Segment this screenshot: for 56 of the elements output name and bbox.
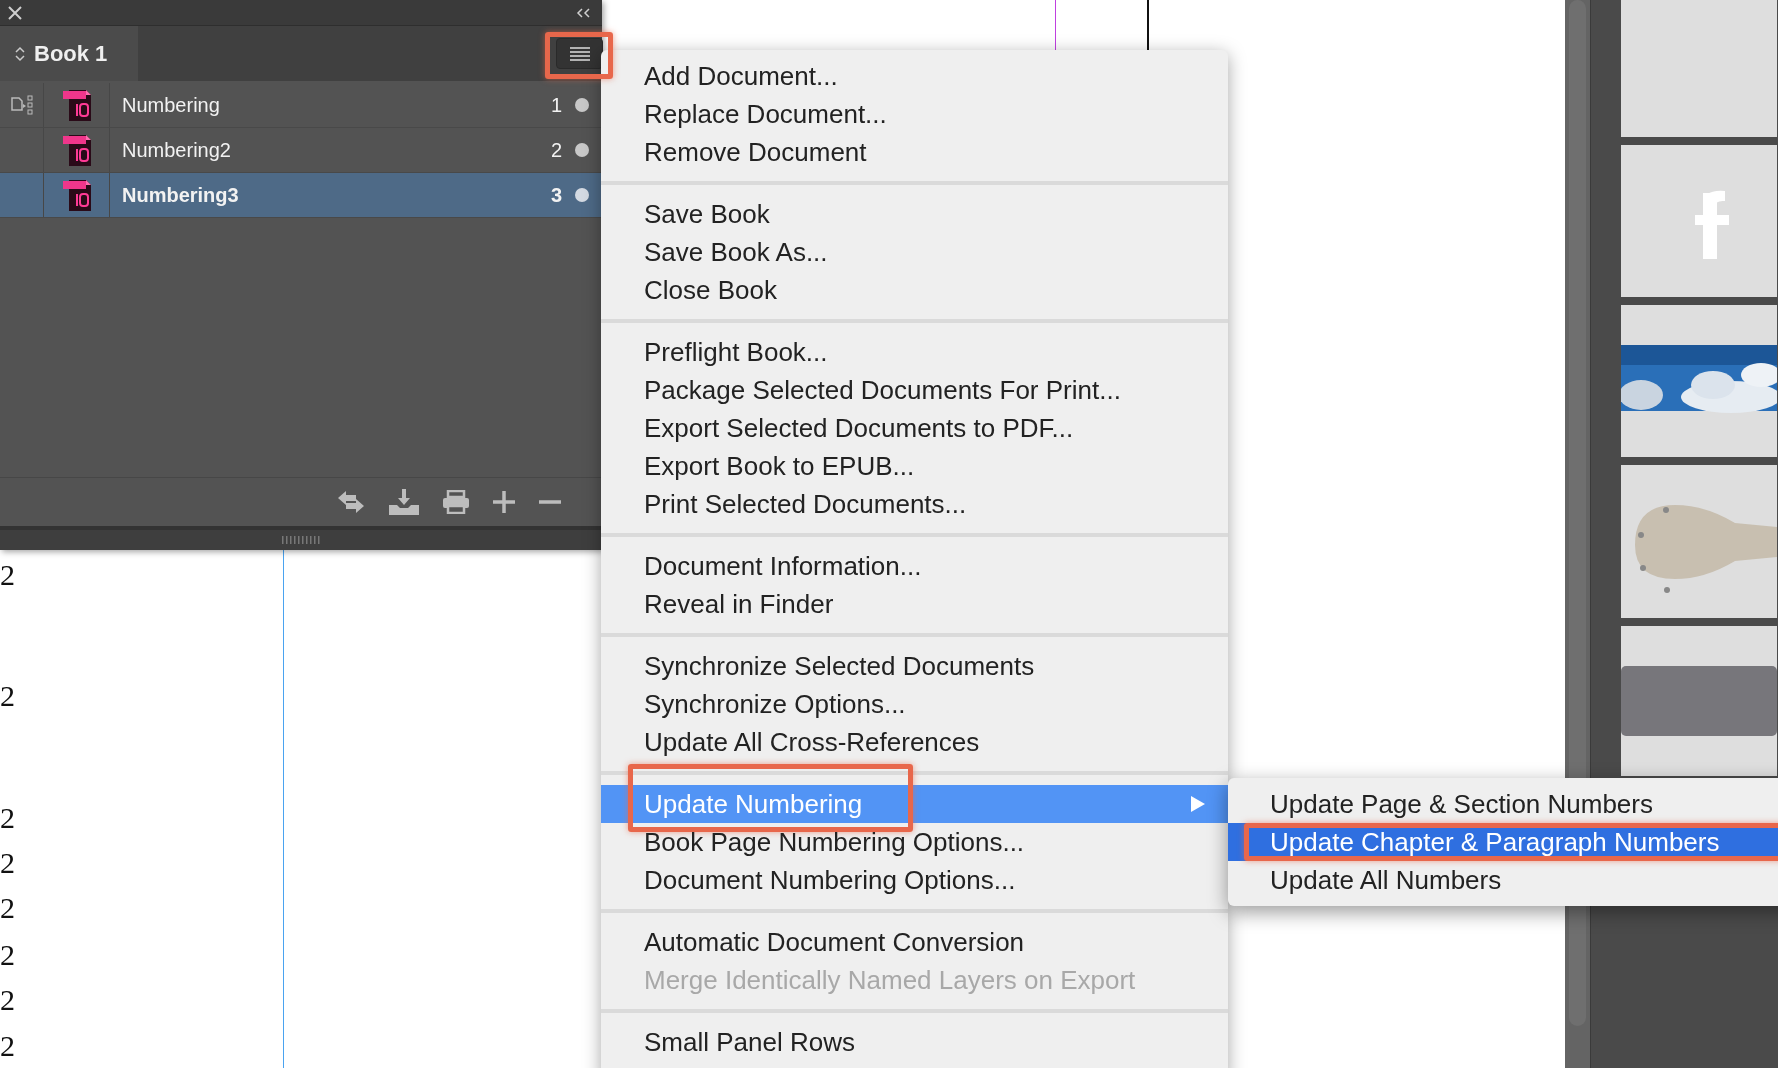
page-number: 2 bbox=[0, 937, 15, 973]
panel-tab[interactable]: Book 1 bbox=[0, 26, 138, 81]
menu-item[interactable]: Package Selected Documents For Print... bbox=[601, 371, 1228, 409]
swap-arrows-icon[interactable] bbox=[336, 490, 366, 514]
menu-item[interactable]: Export Selected Documents to PDF... bbox=[601, 409, 1228, 447]
save-icon[interactable] bbox=[388, 489, 420, 515]
page-number: 2 bbox=[0, 1028, 15, 1064]
panel-menu-button[interactable] bbox=[556, 38, 603, 69]
tab-label: Book 1 bbox=[34, 40, 108, 67]
menu-item[interactable]: Reveal in Finder bbox=[601, 585, 1228, 623]
page-number: 2 bbox=[0, 982, 15, 1018]
indd-file-icon bbox=[61, 88, 92, 122]
menu-item[interactable]: Book Page Numbering Options... bbox=[601, 823, 1228, 861]
collapse-icon[interactable] bbox=[576, 7, 592, 18]
status-dot-icon bbox=[575, 98, 589, 112]
indd-file-icon bbox=[61, 133, 92, 167]
submenu-item[interactable]: Update All Numbers bbox=[1228, 861, 1778, 899]
menu-item[interactable]: Print Selected Documents... bbox=[601, 485, 1228, 523]
menu-icon bbox=[568, 46, 591, 61]
menu-item[interactable]: Close Book bbox=[601, 271, 1228, 309]
page-range: 2 bbox=[549, 138, 562, 162]
status-dot-icon bbox=[575, 143, 589, 157]
menu-item[interactable]: Preflight Book... bbox=[601, 333, 1228, 371]
menu-item[interactable]: Document Numbering Options... bbox=[601, 861, 1228, 899]
menu-item[interactable]: Export Book to EPUB... bbox=[601, 447, 1228, 485]
menu-item[interactable]: Save Book bbox=[601, 195, 1228, 233]
menu-item[interactable]: Update All Cross-References bbox=[601, 723, 1228, 761]
page-number: 2 bbox=[0, 678, 15, 714]
close-icon[interactable] bbox=[8, 5, 22, 20]
page-number: 2 bbox=[0, 845, 15, 881]
page-range: 3 bbox=[549, 183, 562, 207]
page-number: 2 bbox=[0, 890, 15, 926]
add-icon[interactable] bbox=[492, 490, 516, 514]
menu-item[interactable]: Document Information... bbox=[601, 547, 1228, 585]
page-number: 2 bbox=[0, 800, 15, 836]
menu-item[interactable]: Automatic Document Conversion bbox=[601, 923, 1228, 961]
document-name: Numbering3 bbox=[121, 183, 240, 207]
submenu-item[interactable]: Update Page & Section Numbers bbox=[1228, 785, 1778, 823]
menu-item[interactable]: Remove Document bbox=[601, 133, 1228, 171]
menu-item[interactable]: Add Document... bbox=[601, 57, 1228, 95]
print-icon[interactable] bbox=[442, 490, 470, 514]
indd-file-icon bbox=[61, 178, 92, 212]
document-row[interactable]: Numbering 1 bbox=[0, 83, 602, 128]
document-name: Numbering bbox=[121, 93, 221, 117]
menu-item[interactable]: Synchronize Selected Documents bbox=[601, 647, 1228, 685]
resize-grip-icon[interactable] bbox=[282, 536, 320, 544]
document-row[interactable]: Numbering3 3 bbox=[0, 173, 602, 218]
up-down-icon bbox=[14, 44, 26, 63]
status-dot-icon bbox=[575, 188, 589, 202]
document-name: Numbering2 bbox=[121, 138, 232, 162]
menu-item[interactable]: Save Book As... bbox=[601, 233, 1228, 271]
menu-item[interactable]: Small Panel Rows bbox=[601, 1023, 1228, 1061]
menu-item[interactable]: Synchronize Options... bbox=[601, 685, 1228, 723]
page-range: 1 bbox=[549, 93, 562, 117]
page-number: 2 bbox=[0, 557, 15, 593]
menu-item[interactable]: Replace Document... bbox=[601, 95, 1228, 133]
